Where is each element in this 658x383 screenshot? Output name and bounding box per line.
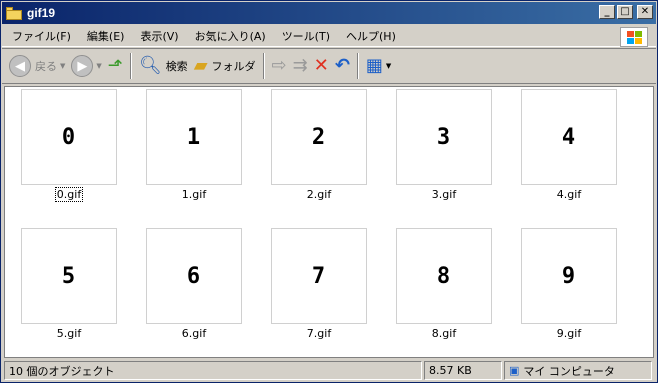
undo-button[interactable]: ↶	[332, 51, 353, 81]
toolbar-separator	[262, 53, 265, 79]
file-thumbnail[interactable]: 2 2.gif	[271, 89, 367, 201]
up-folder-icon: ⬏	[107, 55, 123, 76]
menu-view[interactable]: 表示(V)	[134, 28, 184, 44]
thumbnail-image: 4	[521, 89, 617, 185]
toolbar-separator	[356, 53, 359, 79]
file-name: 4.gif	[556, 188, 582, 201]
file-thumbnail[interactable]: 0 0.gif	[21, 89, 117, 202]
folder-icon	[6, 6, 22, 20]
folder-tree-icon: ▰	[193, 55, 208, 76]
file-thumbnail[interactable]: 5 5.gif	[21, 228, 117, 340]
file-name: 0.gif	[54, 187, 84, 202]
search-button[interactable]: 🔍︎ 検索	[136, 51, 191, 81]
back-label: 戻る	[35, 60, 57, 73]
move-to-icon: ⇨	[271, 55, 287, 76]
menu-tools[interactable]: ツール(T)	[276, 28, 336, 44]
file-thumbnail[interactable]: 6 6.gif	[146, 228, 242, 340]
my-computer-icon: ▣	[509, 364, 520, 377]
forward-arrow-icon: ▶	[71, 55, 94, 77]
forward-dropdown-icon[interactable]: ▼	[96, 62, 101, 70]
delete-icon: ✕	[313, 55, 329, 76]
up-folder-button[interactable]: ⬏	[105, 51, 126, 81]
file-name: 3.gif	[431, 188, 457, 201]
explorer-window: gif19 _ □ ✕ ファイル(F) 編集(E) 表示(V) お気に入り(A)…	[0, 0, 658, 383]
copy-to-button[interactable]: ⇉	[290, 51, 311, 81]
maximize-button[interactable]: □	[617, 5, 633, 19]
thumbnail-image: 0	[21, 89, 117, 185]
thumbnail-image: 3	[396, 89, 492, 185]
forward-button[interactable]: ▶ ▼	[68, 51, 104, 81]
back-dropdown-icon[interactable]: ▼	[60, 62, 65, 70]
thumbnail-image: 1	[146, 89, 242, 185]
status-size: 8.57 KB	[424, 361, 502, 380]
status-location: マイ コンピュータ	[523, 364, 615, 378]
copy-to-icon: ⇉	[292, 55, 308, 76]
file-view[interactable]: 0 0.gif 1 1.gif 2 2.gif 3 3.gif 4 4.gif …	[4, 86, 654, 358]
file-thumbnail[interactable]: 4 4.gif	[521, 89, 617, 201]
status-bar: 10 個のオブジェクト 8.57 KB ▣ マイ コンピュータ	[2, 360, 656, 381]
file-name: 6.gif	[181, 327, 207, 340]
views-button[interactable]: ▦ ▼	[363, 51, 394, 81]
views-dropdown-icon[interactable]: ▼	[386, 62, 391, 70]
folders-label: フォルダ	[211, 60, 256, 73]
file-name: 9.gif	[556, 327, 582, 340]
thumbnail-image: 6	[146, 228, 242, 324]
undo-icon: ↶	[334, 55, 350, 76]
toolbar-separator	[129, 53, 132, 79]
title-bar[interactable]: gif19 _ □ ✕	[2, 2, 656, 24]
file-thumbnail[interactable]: 3 3.gif	[396, 89, 492, 201]
status-location-pane: ▣ マイ コンピュータ	[504, 361, 652, 380]
file-thumbnail[interactable]: 9 9.gif	[521, 228, 617, 340]
move-to-button[interactable]: ⇨	[269, 51, 290, 81]
file-name: 1.gif	[181, 188, 207, 201]
menu-file[interactable]: ファイル(F)	[6, 28, 77, 44]
delete-button[interactable]: ✕	[311, 51, 332, 81]
close-button[interactable]: ✕	[637, 5, 653, 19]
file-thumbnail[interactable]: 8 8.gif	[396, 228, 492, 340]
folders-button[interactable]: ▰ フォルダ	[191, 51, 259, 81]
menu-bar: ファイル(F) 編集(E) 表示(V) お気に入り(A) ツール(T) ヘルプ(…	[2, 25, 656, 47]
menu-favorites[interactable]: お気に入り(A)	[189, 28, 272, 44]
thumbnail-image: 7	[271, 228, 367, 324]
file-name: 8.gif	[431, 327, 457, 340]
thumbnail-image: 8	[396, 228, 492, 324]
views-icon: ▦	[365, 55, 383, 76]
windows-logo-icon	[620, 27, 648, 47]
window-title: gif19	[27, 6, 56, 20]
status-object-count: 10 個のオブジェクト	[4, 361, 422, 380]
menu-edit[interactable]: 編集(E)	[81, 28, 131, 44]
thumbnail-image: 5	[21, 228, 117, 324]
thumbnail-image: 9	[521, 228, 617, 324]
search-icon: 🔍︎	[138, 55, 162, 76]
file-thumbnail[interactable]: 1 1.gif	[146, 89, 242, 201]
back-button[interactable]: ◀ 戻る ▼	[6, 51, 68, 81]
thumbnail-image: 2	[271, 89, 367, 185]
minimize-button[interactable]: _	[599, 5, 615, 19]
file-thumbnail[interactable]: 7 7.gif	[271, 228, 367, 340]
search-label: 検索	[165, 60, 188, 73]
file-name: 2.gif	[306, 188, 332, 201]
file-name: 5.gif	[56, 327, 82, 340]
file-name: 7.gif	[306, 327, 332, 340]
menu-help[interactable]: ヘルプ(H)	[340, 28, 402, 44]
back-arrow-icon: ◀	[9, 55, 31, 77]
toolbar: ◀ 戻る ▼ ▶ ▼ ⬏ 🔍︎ 検索 ▰ フォルダ ⇨ ⇉ ✕ ↶ ▦ ▼	[2, 48, 656, 84]
